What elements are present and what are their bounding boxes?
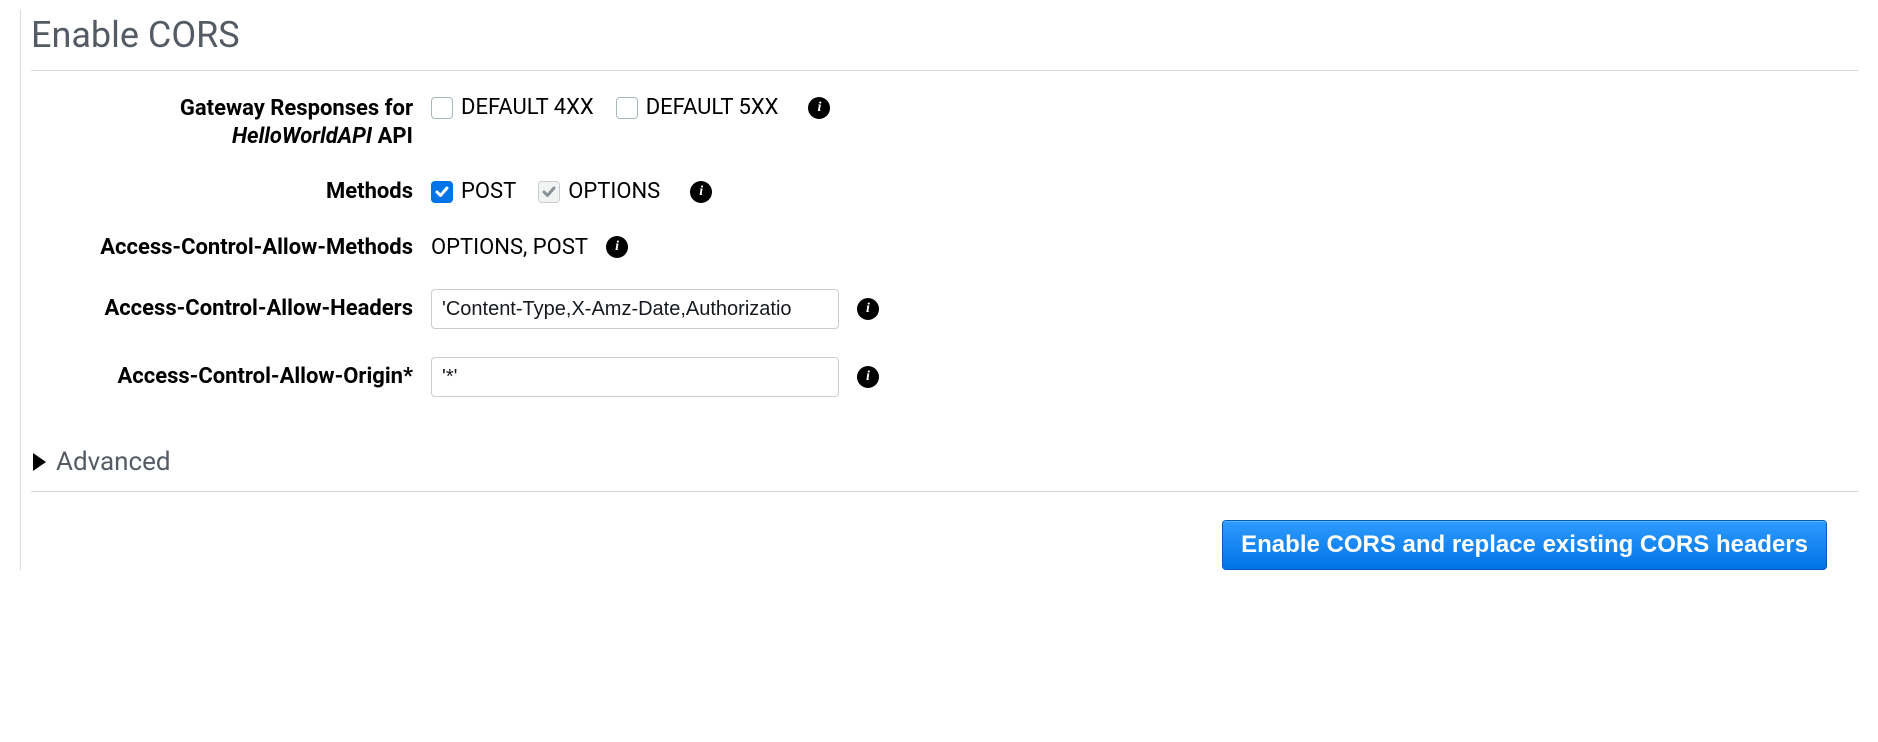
row-gateway-responses: Gateway Responses for HelloWorldAPI API … xyxy=(31,95,1858,150)
enable-cors-button[interactable]: Enable CORS and replace existing CORS he… xyxy=(1222,520,1827,570)
label-gateway-suffix: API xyxy=(372,124,413,149)
info-icon[interactable]: i xyxy=(808,97,830,119)
row-allow-origin: Access-Control-Allow-Origin* i xyxy=(31,357,1858,397)
info-icon[interactable]: i xyxy=(606,236,628,258)
label-gateway-api-name: HelloWorldAPI xyxy=(232,124,372,149)
row-allow-headers: Access-Control-Allow-Headers i xyxy=(31,289,1858,329)
cors-form: Gateway Responses for HelloWorldAPI API … xyxy=(31,71,1858,437)
label-allow-headers: Access-Control-Allow-Headers xyxy=(31,295,431,323)
footer: Enable CORS and replace existing CORS he… xyxy=(31,492,1851,570)
checkbox-label-default-5xx: DEFAULT 5XX xyxy=(646,95,779,120)
label-gateway-prefix: Gateway Responses for xyxy=(180,96,413,121)
label-methods: Methods xyxy=(31,178,431,206)
text-allow-methods: OPTIONS, POST xyxy=(431,235,588,260)
input-allow-origin[interactable] xyxy=(431,357,839,397)
info-icon[interactable]: i xyxy=(857,366,879,388)
info-icon[interactable]: i xyxy=(690,181,712,203)
input-allow-headers[interactable] xyxy=(431,289,839,329)
checkbox-label-post: POST xyxy=(461,179,516,204)
caret-right-icon xyxy=(33,453,46,471)
checkbox-box-options xyxy=(538,181,560,203)
checkbox-box-post[interactable] xyxy=(431,181,453,203)
advanced-label: Advanced xyxy=(56,447,171,477)
checkbox-box-default-5xx[interactable] xyxy=(616,97,638,119)
value-allow-origin: i xyxy=(431,357,879,397)
label-gateway-responses: Gateway Responses for HelloWorldAPI API xyxy=(31,95,431,150)
checkbox-box-default-4xx[interactable] xyxy=(431,97,453,119)
advanced-toggle[interactable]: Advanced xyxy=(31,437,1858,491)
checkbox-label-options: OPTIONS xyxy=(568,179,660,204)
checkbox-default-4xx[interactable]: DEFAULT 4XX xyxy=(431,95,594,120)
value-methods: POST OPTIONS i xyxy=(431,179,712,204)
checkbox-label-default-4xx: DEFAULT 4XX xyxy=(461,95,594,120)
row-methods: Methods POST OPTIONS i xyxy=(31,178,1858,206)
label-allow-origin: Access-Control-Allow-Origin* xyxy=(31,363,431,391)
row-allow-methods: Access-Control-Allow-Methods OPTIONS, PO… xyxy=(31,234,1858,262)
checkbox-options: OPTIONS xyxy=(538,179,660,204)
info-icon[interactable]: i xyxy=(857,298,879,320)
label-allow-methods: Access-Control-Allow-Methods xyxy=(31,234,431,262)
value-allow-headers: i xyxy=(431,289,879,329)
checkbox-post[interactable]: POST xyxy=(431,179,516,204)
value-gateway-responses: DEFAULT 4XX DEFAULT 5XX i xyxy=(431,95,830,120)
page-title: Enable CORS xyxy=(31,10,1858,70)
checkbox-default-5xx[interactable]: DEFAULT 5XX xyxy=(616,95,779,120)
value-allow-methods: OPTIONS, POST i xyxy=(431,235,628,260)
